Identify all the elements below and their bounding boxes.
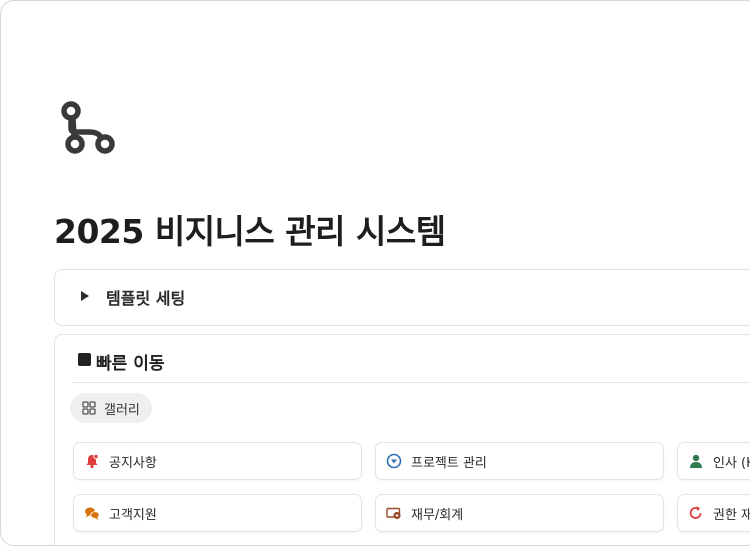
quick-nav-callout: 빠른 이동 갤러리 공지사항 프로젝트 관리 인사 (고객지원 재무/회계 권… <box>54 334 750 545</box>
tab-label: 갤러리 <box>104 402 140 418</box>
card-label: 공지사항 <box>109 455 157 471</box>
page-title: 2025 비지니스 관리 시스템 <box>54 212 446 251</box>
tab-gallery-view[interactable]: 갤러리 <box>70 393 152 423</box>
triangle-right-icon[interactable] <box>81 291 89 301</box>
card-label: 프로젝트 관리 <box>411 455 487 471</box>
refresh-icon <box>689 506 702 519</box>
bell-icon <box>86 453 99 469</box>
card-customer-support[interactable]: 고객지원 <box>73 494 362 532</box>
card-finance[interactable]: 재무/회계 <box>375 494 664 532</box>
page-frame: 2025 비지니스 관리 시스템 템플릿 세팅 빠른 이동 갤러리 공지사항 프… <box>0 0 750 546</box>
workflow-branch-icon[interactable] <box>61 101 121 159</box>
black-square-icon <box>78 353 91 366</box>
card-project-management[interactable]: 프로젝트 관리 <box>375 442 664 480</box>
toggle-label: 템플릿 세팅 <box>106 289 186 308</box>
gallery-grid-icon <box>82 401 96 415</box>
card-hr[interactable]: 인사 (H <box>677 442 750 480</box>
card-notice[interactable]: 공지사항 <box>73 442 362 480</box>
target-icon <box>386 453 402 469</box>
card-label: 인사 (H <box>713 455 750 471</box>
card-label: 재무/회계 <box>411 507 464 523</box>
person-icon <box>690 454 702 468</box>
quick-nav-title: 빠른 이동 <box>96 354 165 374</box>
card-label: 권한 재 <box>713 507 750 523</box>
card-permissions[interactable]: 권한 재 <box>677 494 750 532</box>
chat-bubbles-icon <box>85 507 100 520</box>
divider <box>72 382 750 383</box>
card-label: 고객지원 <box>109 507 157 523</box>
money-icon <box>386 507 401 520</box>
template-settings-toggle[interactable]: 템플릿 세팅 <box>54 269 750 326</box>
